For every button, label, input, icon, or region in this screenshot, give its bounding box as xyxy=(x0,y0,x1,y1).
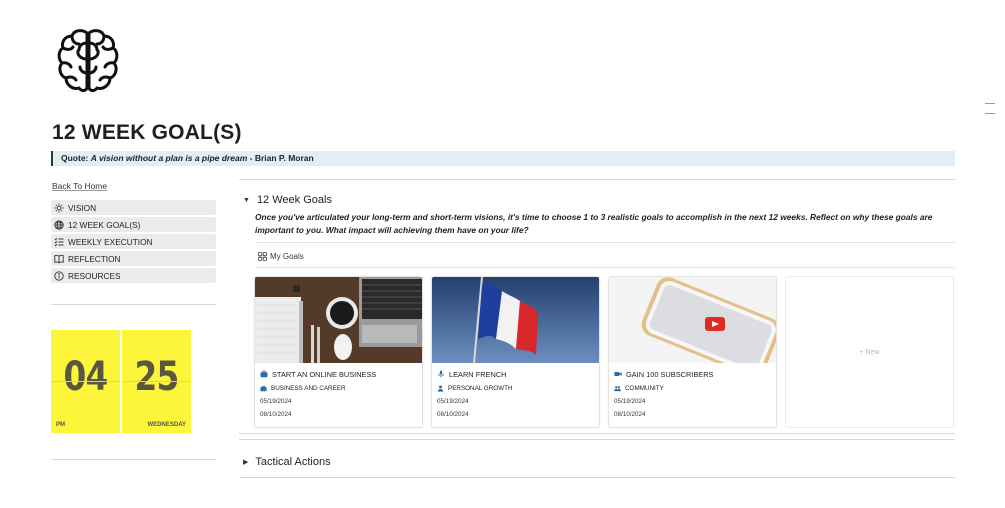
sidebar-item-reflection[interactable]: REFLECTION xyxy=(51,251,216,266)
flip-clock-widget: 04 PM 25 WEDNESDAY xyxy=(51,330,191,433)
sidebar-item-label: 12 WEEK GOAL(S) xyxy=(68,219,141,230)
sidebar-item-vision[interactable]: VISION xyxy=(51,200,216,215)
section-heading: Tactical Actions xyxy=(255,456,331,468)
sidebar-nav: VISION 12 WEEK GOAL(S) WEEKLY EXECUTION … xyxy=(51,200,216,285)
sidebar-item-label: VISION xyxy=(68,202,97,213)
goals-intro: Once you've articulated your long-term a… xyxy=(255,212,933,235)
clock-weekday: WEDNESDAY xyxy=(147,422,186,428)
goal-card[interactable]: LEARN FRENCH PERSONAL GROWTH 05/19/2024 … xyxy=(431,276,600,428)
divider xyxy=(255,242,955,243)
card-end-date: 08/10/2024 xyxy=(437,411,469,418)
phone-youtube-image xyxy=(609,277,776,363)
goal-card[interactable]: START AN ONLINE BUSINESS BUSINESS AND CA… xyxy=(254,276,423,428)
card-title: START AN ONLINE BUSINESS xyxy=(272,369,377,379)
card-start-date: 05/19/2024 xyxy=(437,398,469,405)
card-start-date: 05/19/2024 xyxy=(260,398,292,405)
briefcase-icon xyxy=(260,385,267,392)
sidebar-item-weekly-execution[interactable]: WEEKLY EXECUTION xyxy=(51,234,216,249)
info-icon xyxy=(54,270,64,281)
toggle-closed-icon[interactable]: ▶ xyxy=(243,458,248,466)
people-icon xyxy=(614,386,621,392)
sidebar-item-label: REFLECTION xyxy=(68,253,121,264)
divider xyxy=(239,433,955,434)
quote-text: A vision without a plan is a pipe dream xyxy=(90,153,248,163)
card-tag: COMMUNITY xyxy=(625,385,664,392)
card-start-date: 05/19/2024 xyxy=(614,398,646,405)
clock-period: PM xyxy=(56,422,65,428)
section-heading: 12 Week Goals xyxy=(256,194,332,206)
quote-callout: Quote: A vision without a plan is a pipe… xyxy=(51,151,955,166)
book-icon xyxy=(54,254,64,263)
globe-icon xyxy=(54,219,64,230)
sidebar-item-label: RESOURCES xyxy=(68,270,121,281)
view-tab-my-goals[interactable]: My Goals xyxy=(258,252,304,261)
divider xyxy=(255,267,955,268)
back-to-home-link[interactable]: Back To Home xyxy=(52,181,107,191)
clock-hour: 04 xyxy=(63,354,108,400)
sidebar-item-12-week-goals[interactable]: 12 WEEK GOAL(S) xyxy=(51,217,216,232)
menu-edge-icon[interactable] xyxy=(985,103,995,115)
card-end-date: 08/10/2024 xyxy=(614,411,646,418)
toggle-tactical-actions[interactable]: ▶ Tactical Actions xyxy=(243,456,331,468)
divider xyxy=(239,477,955,478)
sidebar-item-resources[interactable]: RESOURCES xyxy=(51,268,216,283)
clock-seam xyxy=(122,381,191,382)
divider xyxy=(239,439,955,440)
sidebar-item-label: WEEKLY EXECUTION xyxy=(68,236,153,247)
video-camera-icon xyxy=(614,372,622,376)
view-tab-label: My Goals xyxy=(270,252,304,261)
new-card-button[interactable]: + New xyxy=(785,276,954,428)
briefcase-icon xyxy=(260,370,268,378)
card-tag: BUSINESS AND CAREER xyxy=(271,385,346,392)
clock-minute: 25 xyxy=(134,354,179,400)
toggle-open-icon[interactable]: ▼ xyxy=(243,197,250,204)
quote-label: Quote: xyxy=(61,153,89,163)
clock-seam xyxy=(51,381,120,382)
divider xyxy=(239,179,955,180)
quote-author: - Brian P. Moran xyxy=(247,153,314,163)
card-cover-phone-image xyxy=(609,277,776,363)
page-title: 12 WEEK GOAL(S) xyxy=(52,121,242,144)
clock-hour-card: 04 PM xyxy=(51,330,120,433)
brain-icon xyxy=(57,29,119,92)
card-tag: PERSONAL GROWTH xyxy=(448,385,513,392)
card-cover-flag-image xyxy=(432,277,599,363)
divider xyxy=(51,459,216,460)
sun-icon xyxy=(54,203,64,212)
new-card-label: + New xyxy=(859,348,880,356)
card-cover-desk-image xyxy=(255,277,422,363)
goals-gallery: START AN ONLINE BUSINESS BUSINESS AND CA… xyxy=(254,276,954,428)
gallery-icon xyxy=(258,252,267,261)
goal-card[interactable]: GAIN 100 SUBSCRIBERS COMMUNITY 05/19/202… xyxy=(608,276,777,428)
toggle-12-week-goals[interactable]: ▼ 12 Week Goals xyxy=(243,194,332,206)
clock-minute-card: 25 WEDNESDAY xyxy=(122,330,191,433)
checklist-icon xyxy=(54,237,64,246)
french-flag-image xyxy=(432,277,599,363)
person-icon xyxy=(437,385,444,392)
card-title: LEARN FRENCH xyxy=(449,369,507,379)
microphone-icon xyxy=(438,370,444,378)
card-end-date: 08/10/2024 xyxy=(260,411,292,418)
card-title: GAIN 100 SUBSCRIBERS xyxy=(626,369,714,379)
divider xyxy=(51,304,216,305)
desk-image xyxy=(255,277,422,363)
